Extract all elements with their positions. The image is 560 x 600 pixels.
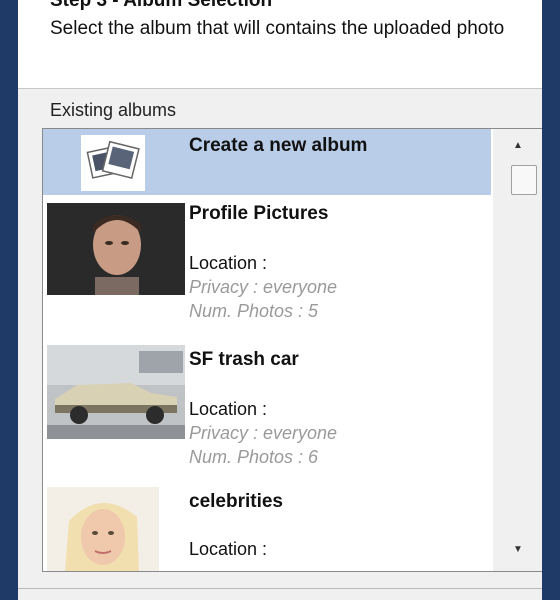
photo-stack-icon	[81, 135, 145, 191]
album-name: Create a new album	[189, 135, 368, 156]
album-thumbnail	[47, 203, 185, 295]
album-list-scrollbar[interactable]: ▲ ▼	[493, 129, 542, 571]
footer-divider	[18, 588, 542, 589]
wizard-header: Step 3 - Album Selection Select the albu…	[18, 0, 542, 88]
album-privacy: Privacy : everyone	[189, 423, 338, 443]
step-title: Step 3 - Album Selection	[50, 0, 273, 11]
album-item-create-new[interactable]: Create a new album	[43, 129, 491, 195]
upload-wizard-window: Step 3 - Album Selection Select the albu…	[18, 0, 542, 600]
album-location: Location :	[189, 399, 268, 419]
album-item-sf-trash-car[interactable]: SF trash car Location : Privacy : everyo…	[43, 343, 491, 487]
album-item-celebrities[interactable]: celebrities Location :	[43, 487, 491, 571]
album-location: Location :	[189, 539, 268, 559]
step-description: Select the album that will contains the …	[50, 18, 505, 39]
album-privacy: Privacy : everyone	[189, 277, 338, 297]
album-photo-count: Num. Photos : 6	[189, 447, 319, 467]
album-photo-count: Num. Photos : 5	[189, 301, 319, 321]
scroll-thumb[interactable]	[511, 165, 537, 195]
existing-albums-label: Existing albums	[50, 100, 177, 120]
album-name: Profile Pictures	[189, 203, 329, 224]
album-thumbnail	[47, 345, 185, 439]
scroll-down-icon[interactable]: ▼	[493, 537, 542, 563]
album-name: SF trash car	[189, 349, 299, 370]
album-thumbnail	[47, 487, 159, 571]
album-item-profile-pictures[interactable]: Profile Pictures Location : Privacy : ev…	[43, 195, 491, 343]
scroll-up-icon[interactable]: ▲	[493, 133, 542, 159]
album-location: Location :	[189, 253, 268, 273]
album-name: celebrities	[189, 491, 283, 512]
album-list[interactable]: Create a new album Profile Pictures Loca…	[42, 128, 542, 572]
